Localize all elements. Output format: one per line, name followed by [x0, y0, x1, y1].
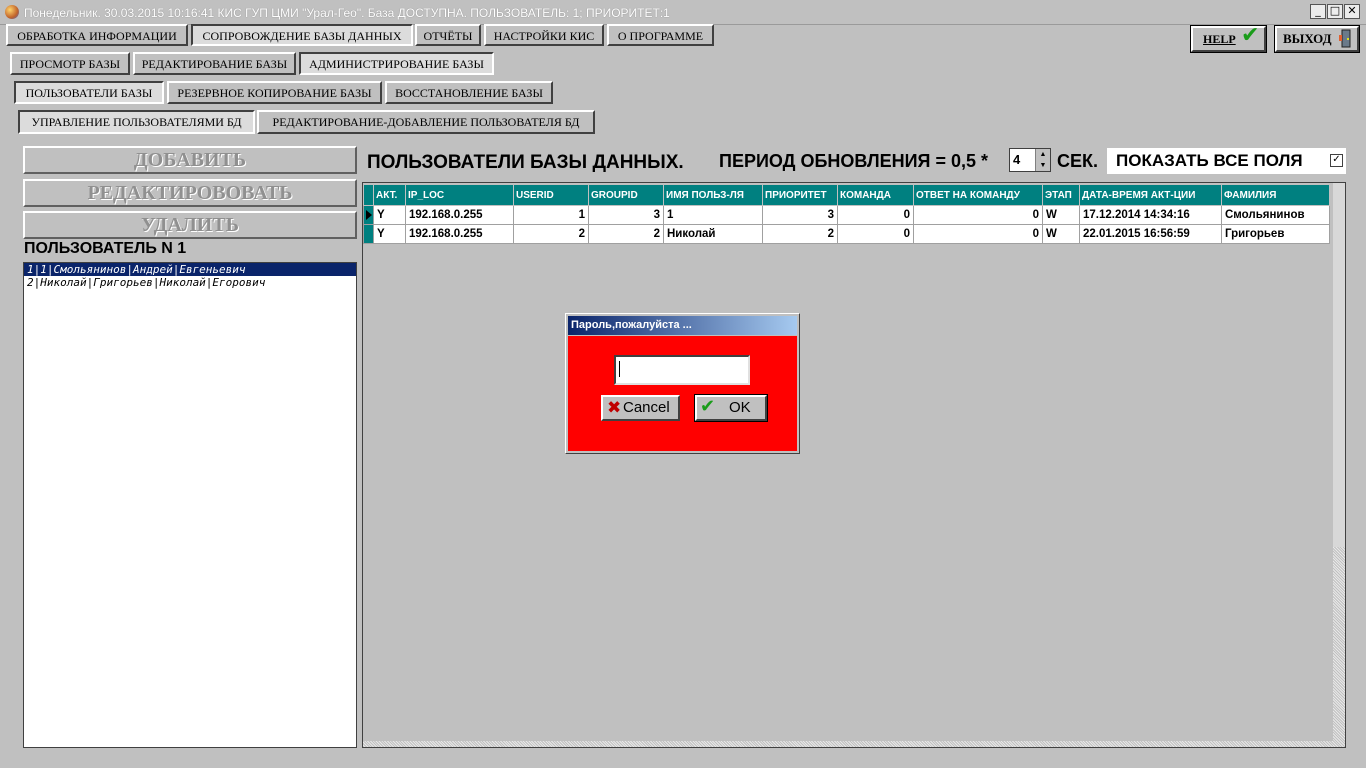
- menu-view-db[interactable]: ПРОСМОТР БАЗЫ: [10, 52, 130, 75]
- table-cell[interactable]: W: [1042, 224, 1080, 244]
- current-user-label: ПОЛЬЗОВАТЕЛЬ N 1: [24, 240, 187, 257]
- table-cell[interactable]: Y: [373, 205, 406, 225]
- show-all-checkbox[interactable]: ✓: [1330, 154, 1343, 167]
- column-header[interactable]: GROUPID: [588, 184, 664, 206]
- menu-db-users[interactable]: ПОЛЬЗОВАТЕЛИ БАЗЫ: [14, 81, 164, 104]
- menu-manage-users[interactable]: УПРАВЛЕНИЕ ПОЛЬЗОВАТЕЛЯМИ БД: [18, 110, 255, 134]
- cross-icon: ✖: [607, 398, 622, 418]
- menu-reports[interactable]: ОТЧЁТЫ: [415, 24, 481, 46]
- column-header[interactable]: IP_LOC: [405, 184, 514, 206]
- refresh-period-spinner[interactable]: 4 ▲ ▼: [1009, 148, 1051, 172]
- users-grid[interactable]: АКТ. IP_LOC USERID GROUPID ИМЯ ПОЛЬЗ-ЛЯ …: [362, 182, 1346, 748]
- scroll-track[interactable]: [1333, 547, 1345, 747]
- table-row[interactable]: Y 192.168.0.255 1 3 1 3 0 0 W 17.12.2014…: [363, 205, 1330, 225]
- help-button[interactable]: HELP ✔: [1190, 23, 1267, 53]
- show-all-fields[interactable]: ПОКАЗАТЬ ВСЕ ПОЛЯ ✓: [1107, 148, 1346, 174]
- row-indicator: [363, 224, 374, 244]
- table-cell[interactable]: Григорьев: [1221, 224, 1330, 244]
- table-cell[interactable]: W: [1042, 205, 1080, 225]
- menu-edit-add-user[interactable]: РЕДАКТИРОВАНИЕ-ДОБАВЛЕНИЕ ПОЛЬЗОВАТЕЛЯ Б…: [257, 110, 595, 134]
- column-header[interactable]: КОМАНДА: [837, 184, 914, 206]
- show-all-label: ПОКАЗАТЬ ВСЕ ПОЛЯ: [1116, 151, 1303, 170]
- menu-data-processing[interactable]: ОБРАБОТКА ИНФОРМАЦИИ: [6, 24, 188, 46]
- menu-about[interactable]: О ПРОГРАММЕ: [607, 24, 714, 46]
- current-row-arrow-icon: [366, 210, 372, 220]
- table-cell[interactable]: 22.01.2015 16:56:59: [1079, 224, 1222, 244]
- spin-down-icon[interactable]: ▼: [1035, 160, 1050, 171]
- checkmark-icon: ✔: [1241, 23, 1260, 48]
- password-dialog: Пароль,пожалуйста ... ✖ Cancel ✔ OK: [565, 313, 800, 454]
- app-icon: [5, 5, 19, 19]
- ok-button[interactable]: ✔ OK: [694, 394, 768, 422]
- table-cell[interactable]: 2: [588, 224, 664, 244]
- column-header[interactable]: ОТВЕТ НА КОМАНДУ: [913, 184, 1043, 206]
- list-item[interactable]: 2|Николай|Григорьев|Николай|Егорович: [24, 276, 356, 289]
- refresh-period-label: ПЕРИОД ОБНОВЛЕНИЯ = 0,5 *: [719, 151, 989, 171]
- exit-button[interactable]: ВЫХОД: [1274, 25, 1360, 53]
- table-cell[interactable]: 2: [762, 224, 838, 244]
- menu-backup[interactable]: РЕЗЕРВНОЕ КОПИРОВАНИЕ БАЗЫ: [167, 81, 382, 104]
- table-row[interactable]: Y 192.168.0.255 2 2 Николай 2 0 0 W 22.0…: [363, 224, 1330, 244]
- row-indicator: [363, 205, 374, 225]
- table-cell[interactable]: 17.12.2014 14:34:16: [1079, 205, 1222, 225]
- table-header-row: АКТ. IP_LOC USERID GROUPID ИМЯ ПОЛЬЗ-ЛЯ …: [363, 184, 1330, 206]
- menu-settings[interactable]: НАСТРОЙКИ КИС: [484, 24, 604, 46]
- column-header[interactable]: ЭТАП: [1042, 184, 1080, 206]
- password-input[interactable]: [614, 355, 750, 385]
- text-caret: [619, 361, 620, 377]
- add-button[interactable]: ДОБАВИТЬ: [23, 146, 357, 174]
- table-cell[interactable]: Y: [373, 224, 406, 244]
- dialog-title: Пароль,пожалуйста ...: [568, 316, 797, 335]
- title-bar: Понедельник. 30.03.2015 10:16:41 КИС ГУП…: [0, 0, 1366, 25]
- table-cell[interactable]: 3: [588, 205, 664, 225]
- menu-edit-db[interactable]: РЕДАКТИРОВАНИЕ БАЗЫ: [133, 52, 296, 75]
- menu-db-maintenance[interactable]: СОПРОВОЖДЕНИЕ БАЗЫ ДАННЫХ: [191, 24, 413, 46]
- table-cell[interactable]: 0: [913, 205, 1043, 225]
- delete-button[interactable]: УДАЛИТЬ: [23, 211, 357, 239]
- close-button[interactable]: ✕: [1344, 4, 1360, 19]
- user-list[interactable]: 1|1|Смольянинов|Андрей|Евгеньевич 2|Нико…: [23, 262, 357, 748]
- menu-admin-db[interactable]: АДМИНИСТРИРОВАНИЕ БАЗЫ: [299, 52, 494, 75]
- column-header[interactable]: ФАМИЛИЯ: [1221, 184, 1330, 206]
- spin-up-icon[interactable]: ▲: [1035, 149, 1050, 160]
- row-indicator-header: [363, 184, 374, 206]
- grid-title: ПОЛЬЗОВАТЕЛИ БАЗЫ ДАННЫХ.: [367, 152, 684, 173]
- column-header[interactable]: АКТ.: [373, 184, 406, 206]
- table-cell[interactable]: Николай: [663, 224, 763, 244]
- table-cell[interactable]: 192.168.0.255: [405, 224, 514, 244]
- table-cell[interactable]: 3: [762, 205, 838, 225]
- table-cell[interactable]: 0: [913, 224, 1043, 244]
- table-cell[interactable]: 2: [513, 224, 589, 244]
- cancel-button[interactable]: ✖ Cancel: [601, 395, 680, 421]
- users-table: АКТ. IP_LOC USERID GROUPID ИМЯ ПОЛЬЗ-ЛЯ …: [363, 184, 1330, 244]
- column-header[interactable]: USERID: [513, 184, 589, 206]
- column-header[interactable]: ПРИОРИТЕТ: [762, 184, 838, 206]
- horizontal-scrollbar[interactable]: [363, 741, 1333, 747]
- refresh-unit-label: СЕК.: [1057, 151, 1098, 171]
- door-exit-icon: [1338, 29, 1351, 48]
- table-cell[interactable]: 1: [663, 205, 763, 225]
- maximize-button[interactable]: □: [1327, 4, 1343, 19]
- scroll-thumb[interactable]: [1333, 183, 1345, 547]
- window-title: Понедельник. 30.03.2015 10:16:41 КИС ГУП…: [24, 6, 670, 20]
- vertical-scrollbar[interactable]: [1333, 183, 1345, 747]
- minimize-button[interactable]: _: [1310, 4, 1326, 19]
- dialog-body: ✖ Cancel ✔ OK: [568, 336, 797, 451]
- table-cell[interactable]: 1: [513, 205, 589, 225]
- checkmark-icon: ✔: [700, 396, 716, 417]
- table-cell[interactable]: Смольянинов: [1221, 205, 1330, 225]
- column-header[interactable]: ИМЯ ПОЛЬЗ-ЛЯ: [663, 184, 763, 206]
- column-header[interactable]: ДАТА-ВРЕМЯ АКТ-ЦИИ: [1079, 184, 1222, 206]
- menu-restore[interactable]: ВОССТАНОВЛЕНИЕ БАЗЫ: [385, 81, 553, 104]
- edit-button[interactable]: РЕДАКТИРОВОВАТЬ: [23, 179, 357, 207]
- table-cell[interactable]: 192.168.0.255: [405, 205, 514, 225]
- table-cell[interactable]: 0: [837, 205, 914, 225]
- table-cell[interactable]: 0: [837, 224, 914, 244]
- refresh-period-value: 4: [1013, 152, 1021, 167]
- window-controls: _ □ ✕: [1310, 4, 1360, 19]
- list-item[interactable]: 1|1|Смольянинов|Андрей|Евгеньевич: [24, 263, 356, 276]
